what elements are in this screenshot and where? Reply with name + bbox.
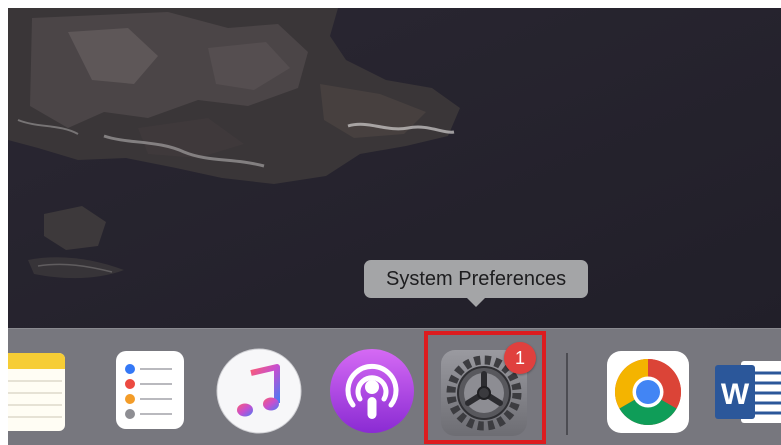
reminders-icon (112, 349, 188, 431)
music-icon (215, 347, 303, 435)
notes-icon (8, 351, 66, 433)
dock-app-music[interactable] (215, 347, 303, 435)
tooltip: System Preferences (364, 260, 589, 307)
tooltip-text: System Preferences (386, 268, 567, 290)
word-icon: W (711, 351, 781, 433)
dock-app-reminders[interactable] (112, 349, 188, 431)
dock-app-podcasts[interactable] (328, 347, 416, 435)
dock-separator (566, 353, 568, 435)
dock-app-chrome[interactable] (607, 351, 689, 433)
word-letter: W (721, 378, 750, 411)
dock-app-word[interactable]: W (711, 351, 781, 433)
podcasts-icon (328, 347, 416, 435)
desktop-screen: System Preferences 1 W (8, 8, 781, 445)
dock-app-notes[interactable] (8, 351, 66, 433)
highlight-box (424, 331, 546, 444)
dock: 1 W (8, 328, 781, 445)
chrome-icon (607, 351, 689, 433)
